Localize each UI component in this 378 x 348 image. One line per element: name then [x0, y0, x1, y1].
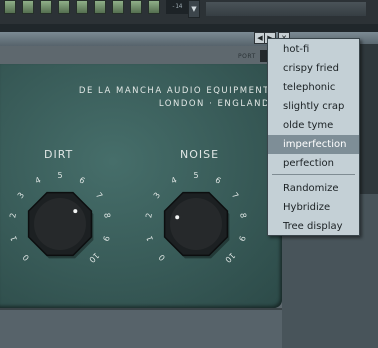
menu-item-preset[interactable]: perfection: [268, 154, 359, 173]
channel-light[interactable]: [22, 0, 34, 14]
toolbar-slider[interactable]: [206, 2, 366, 16]
menu-item-preset[interactable]: slightly crap: [268, 97, 359, 116]
menu-item-preset[interactable]: telephonic: [268, 78, 359, 97]
dirt-knob[interactable]: [23, 187, 97, 261]
channel-light[interactable]: [40, 0, 52, 14]
noise-label: NOISE: [180, 148, 220, 161]
menu-separator: [272, 174, 355, 175]
channel-light[interactable]: [58, 0, 70, 14]
port-label: PORT: [238, 53, 256, 60]
menu-item-hybridize[interactable]: Hybridize: [268, 198, 359, 217]
menu-item-randomize[interactable]: Randomize: [268, 179, 359, 198]
menu-item-preset[interactable]: crispy fried: [268, 59, 359, 78]
channel-light[interactable]: [4, 0, 16, 14]
menu-item-preset-selected[interactable]: imperfection: [268, 135, 359, 154]
brand-name: DE LA MANCHA AUDIO EQUIPMENT: [78, 86, 270, 96]
menu-item-tree-display[interactable]: Tree display: [268, 217, 359, 236]
knob-tick-label: 4: [169, 175, 179, 186]
menu-item-preset[interactable]: olde tyme: [268, 116, 359, 135]
knob-tick-label: 2: [7, 212, 18, 220]
plugin-panel: DE LA MANCHA AUDIO EQUIPMENT LONDON · EN…: [0, 64, 282, 308]
dirt-label: DIRT: [44, 148, 74, 161]
window-edge: [360, 44, 378, 194]
knob-tick-label: 6: [77, 175, 87, 186]
channel-light[interactable]: [130, 0, 142, 14]
zoom-display: -14: [166, 0, 188, 14]
knob-tick-label: 1: [9, 234, 20, 243]
knob-tick-label: 8: [238, 212, 249, 220]
knob-tick-label: 6: [213, 175, 223, 186]
channel-light[interactable]: [112, 0, 124, 14]
knob-tick-label: 8: [102, 212, 113, 220]
knob-tick-label: 5: [57, 171, 63, 180]
zoom-dropdown-button[interactable]: ▼: [188, 0, 200, 18]
knob-tick-label: 5: [193, 171, 199, 180]
knob-tick-label: 4: [33, 175, 43, 186]
knob-tick-label: 1: [145, 234, 156, 243]
noise-knob[interactable]: [159, 187, 233, 261]
channel-light[interactable]: [76, 0, 88, 14]
channel-light[interactable]: [94, 0, 106, 14]
knob-tick-label: 9: [236, 234, 247, 243]
knob-tick-label: 9: [100, 234, 111, 243]
brand-location: LONDON · ENGLAND: [158, 99, 270, 109]
preset-menu: hot-fi crispy fried telephonic slightly …: [267, 38, 360, 236]
mixer-strip: [0, 24, 378, 32]
menu-item-preset[interactable]: hot-fi: [268, 40, 359, 59]
channel-light[interactable]: [148, 0, 160, 14]
knob-tick-label: 2: [143, 212, 154, 220]
